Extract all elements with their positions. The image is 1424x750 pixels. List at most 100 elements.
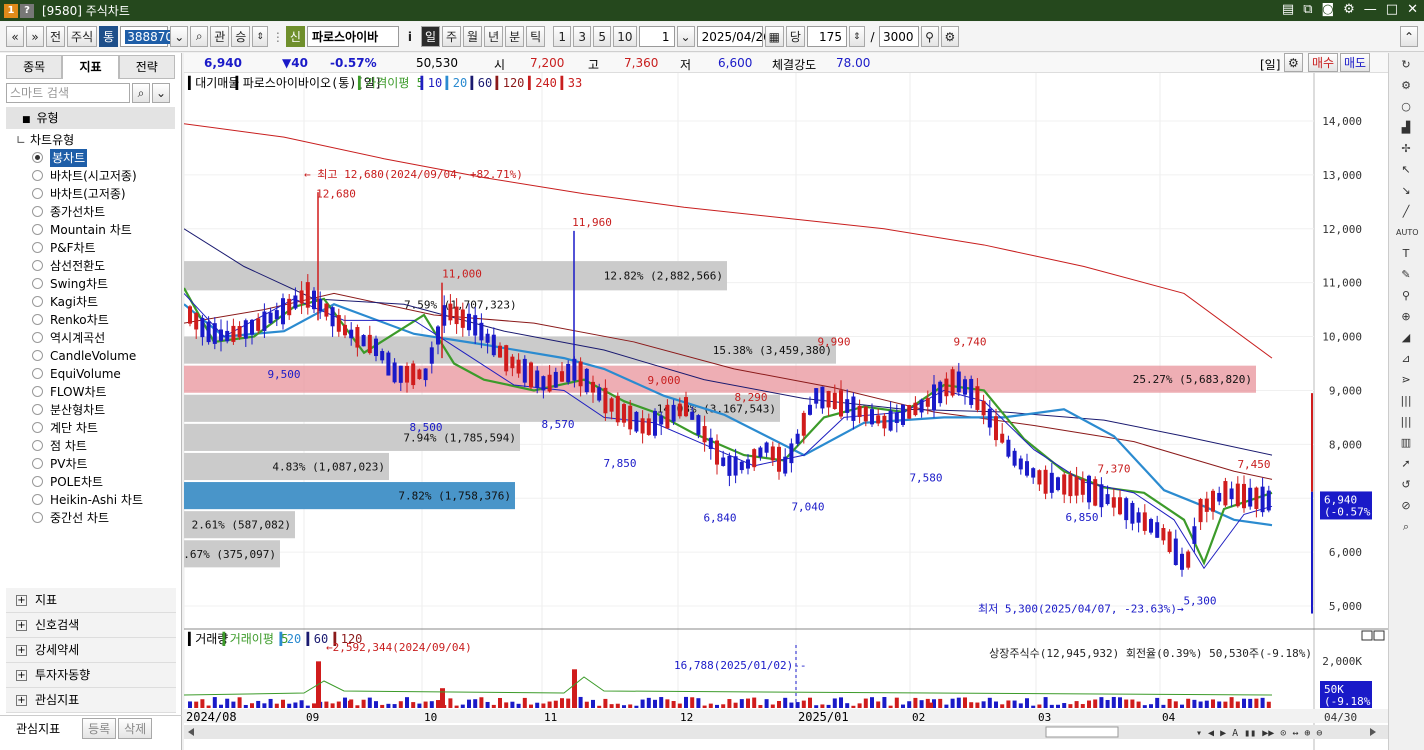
radio-icon[interactable]	[32, 188, 43, 199]
bars-alt-icon[interactable]: |||	[1396, 413, 1416, 431]
crosshair-icon[interactable]: ✢	[1396, 140, 1416, 158]
chart-type-item[interactable]: POLE차트	[0, 473, 181, 491]
camera-icon[interactable]: ◙	[1322, 2, 1335, 17]
chart-type-item[interactable]: 계단 차트	[0, 419, 181, 437]
chart-type-item[interactable]: Renko차트	[0, 311, 181, 329]
chart-type-item[interactable]: 바차트(시고저종)	[0, 167, 181, 185]
radio-icon[interactable]	[32, 368, 43, 379]
chart-type-item[interactable]: Mountain 차트	[0, 221, 181, 239]
refresh-icon[interactable]: ↻	[1396, 56, 1416, 74]
collapse-icon[interactable]: ⌃	[1399, 26, 1418, 47]
period-value-input[interactable]: 1	[638, 26, 675, 47]
radio-icon[interactable]	[32, 494, 43, 505]
gwan-button[interactable]: 관	[210, 26, 230, 47]
pointer-icon[interactable]: ↖	[1396, 161, 1416, 179]
zoom-icon[interactable]: ⚲	[1396, 287, 1416, 305]
chart-type-item[interactable]: PV차트	[0, 455, 181, 473]
seung-button[interactable]: 승	[231, 26, 251, 47]
num-3-button[interactable]: 3	[573, 26, 592, 47]
chart-type-item[interactable]: 분산형차트	[0, 401, 181, 419]
radio-icon[interactable]	[32, 152, 43, 163]
chart-type-item[interactable]: 바차트(고저종)	[0, 185, 181, 203]
radio-icon[interactable]	[32, 476, 43, 487]
delete-button[interactable]: 삭제	[118, 718, 153, 739]
period-month-button[interactable]: 월	[463, 26, 483, 47]
auto-icon[interactable]: AUTO	[1396, 224, 1419, 242]
num-5-button[interactable]: 5	[593, 26, 612, 47]
radio-icon[interactable]	[32, 296, 43, 307]
chart-type-item[interactable]: 점 차트	[0, 437, 181, 455]
radio-icon[interactable]	[32, 242, 43, 253]
help-icon[interactable]: ?	[20, 3, 34, 18]
bars-icon[interactable]: |||	[1396, 392, 1416, 410]
chart-type-item[interactable]: Kagi차트	[0, 293, 181, 311]
chart-type-item[interactable]: Heikin-Ashi 차트	[0, 491, 181, 509]
period-year-button[interactable]: 년	[484, 26, 504, 47]
group-favorite[interactable]: + 관심지표	[6, 688, 176, 713]
magnify-icon[interactable]: ⊕	[1396, 308, 1416, 326]
gear-icon[interactable]: ⚙	[1396, 77, 1416, 95]
radio-icon[interactable]	[32, 170, 43, 181]
lock-icon[interactable]: ⊘	[1396, 497, 1416, 515]
chart-type-item[interactable]: 중간선 차트	[0, 509, 181, 527]
register-button[interactable]: 등록	[82, 718, 117, 739]
chart-type-node[interactable]: ∟ 차트유형	[0, 131, 181, 149]
group-indicator[interactable]: + 지표	[6, 588, 176, 613]
chart-type-item[interactable]: P&F차트	[0, 239, 181, 257]
group-investor[interactable]: + 투자자동향	[6, 663, 176, 688]
gear-icon[interactable]: ⚙	[1284, 53, 1303, 72]
radio-icon[interactable]	[32, 458, 43, 469]
settings-icon[interactable]: ⚙	[1343, 2, 1355, 17]
arrow-icon[interactable]: ➚	[1396, 455, 1416, 473]
radio-icon[interactable]	[32, 386, 43, 397]
zoom-icon[interactable]: ⚲	[920, 26, 939, 47]
grid-icon[interactable]: ▥	[1396, 434, 1416, 452]
tab-indicator[interactable]: 지표	[62, 55, 119, 79]
price-chart[interactable]: 14,000 13,000 12,000 11,000 10,000 9,000 8,000…	[184, 73, 1388, 750]
link-icon[interactable]: ⧉	[1303, 2, 1312, 17]
chart-type-item[interactable]: 종가선차트	[0, 203, 181, 221]
calendar-icon[interactable]: ▦	[764, 26, 784, 47]
stock-button[interactable]: 주식	[67, 26, 98, 47]
ruler-icon[interactable]: ◢	[1396, 329, 1416, 347]
chart-type-item[interactable]: EquiVolume	[0, 365, 181, 383]
chart-type-item[interactable]: 역시계곡선	[0, 329, 181, 347]
radio-icon[interactable]	[32, 332, 43, 343]
date-input[interactable]: 2025/04/26	[696, 26, 771, 47]
group-signal-search[interactable]: + 신호검색	[6, 613, 176, 638]
count-input[interactable]: 175	[806, 26, 847, 47]
chart-type-item[interactable]: CandleVolume	[0, 347, 181, 365]
undo-icon[interactable]: ↺	[1396, 476, 1416, 494]
num-10-button[interactable]: 10	[613, 26, 637, 47]
chevron-down-icon[interactable]: ⌄	[170, 26, 189, 47]
radio-icon[interactable]	[32, 440, 43, 451]
all-button[interactable]: 전	[46, 26, 66, 47]
abc-icon[interactable]: ✎	[1396, 266, 1416, 284]
text-icon[interactable]: T	[1396, 245, 1416, 263]
tong-button[interactable]: 통	[99, 26, 119, 47]
chevron-down-icon[interactable]: ⌄	[152, 83, 171, 103]
stepper-icon[interactable]: ⇕	[252, 26, 268, 47]
dang-button[interactable]: 당	[785, 26, 805, 47]
close-icon[interactable]: ✕	[1407, 2, 1418, 17]
gear-icon[interactable]: ⚙	[940, 26, 960, 47]
chart-type-item[interactable]: 삼선전환도	[0, 257, 181, 275]
maximize-icon[interactable]: □	[1386, 2, 1398, 17]
chevron-down-icon[interactable]: ⌄	[676, 26, 695, 47]
num-1-button[interactable]: 1	[553, 26, 572, 47]
total-input[interactable]: 3000	[878, 26, 919, 47]
search-icon[interactable]: ⌕	[190, 26, 209, 47]
radio-icon[interactable]	[32, 260, 43, 271]
radio-icon[interactable]	[32, 314, 43, 325]
chart-type-item[interactable]: 봉차트	[0, 149, 181, 167]
sell-button[interactable]: 매도	[1340, 53, 1371, 72]
group-strength[interactable]: + 강세약세	[6, 638, 176, 663]
trendline-icon[interactable]: ╱	[1396, 203, 1416, 221]
period-week-button[interactable]: 주	[441, 26, 462, 47]
count-stepper-icon[interactable]: ⇕	[848, 26, 865, 47]
smart-search-input[interactable]: 스마트 검색	[6, 83, 130, 103]
memo-icon[interactable]: ▤	[1282, 2, 1294, 17]
radio-icon[interactable]	[32, 206, 43, 217]
tab-strategy[interactable]: 전략	[118, 55, 175, 79]
group-type[interactable]: ■ 유형	[6, 107, 175, 129]
